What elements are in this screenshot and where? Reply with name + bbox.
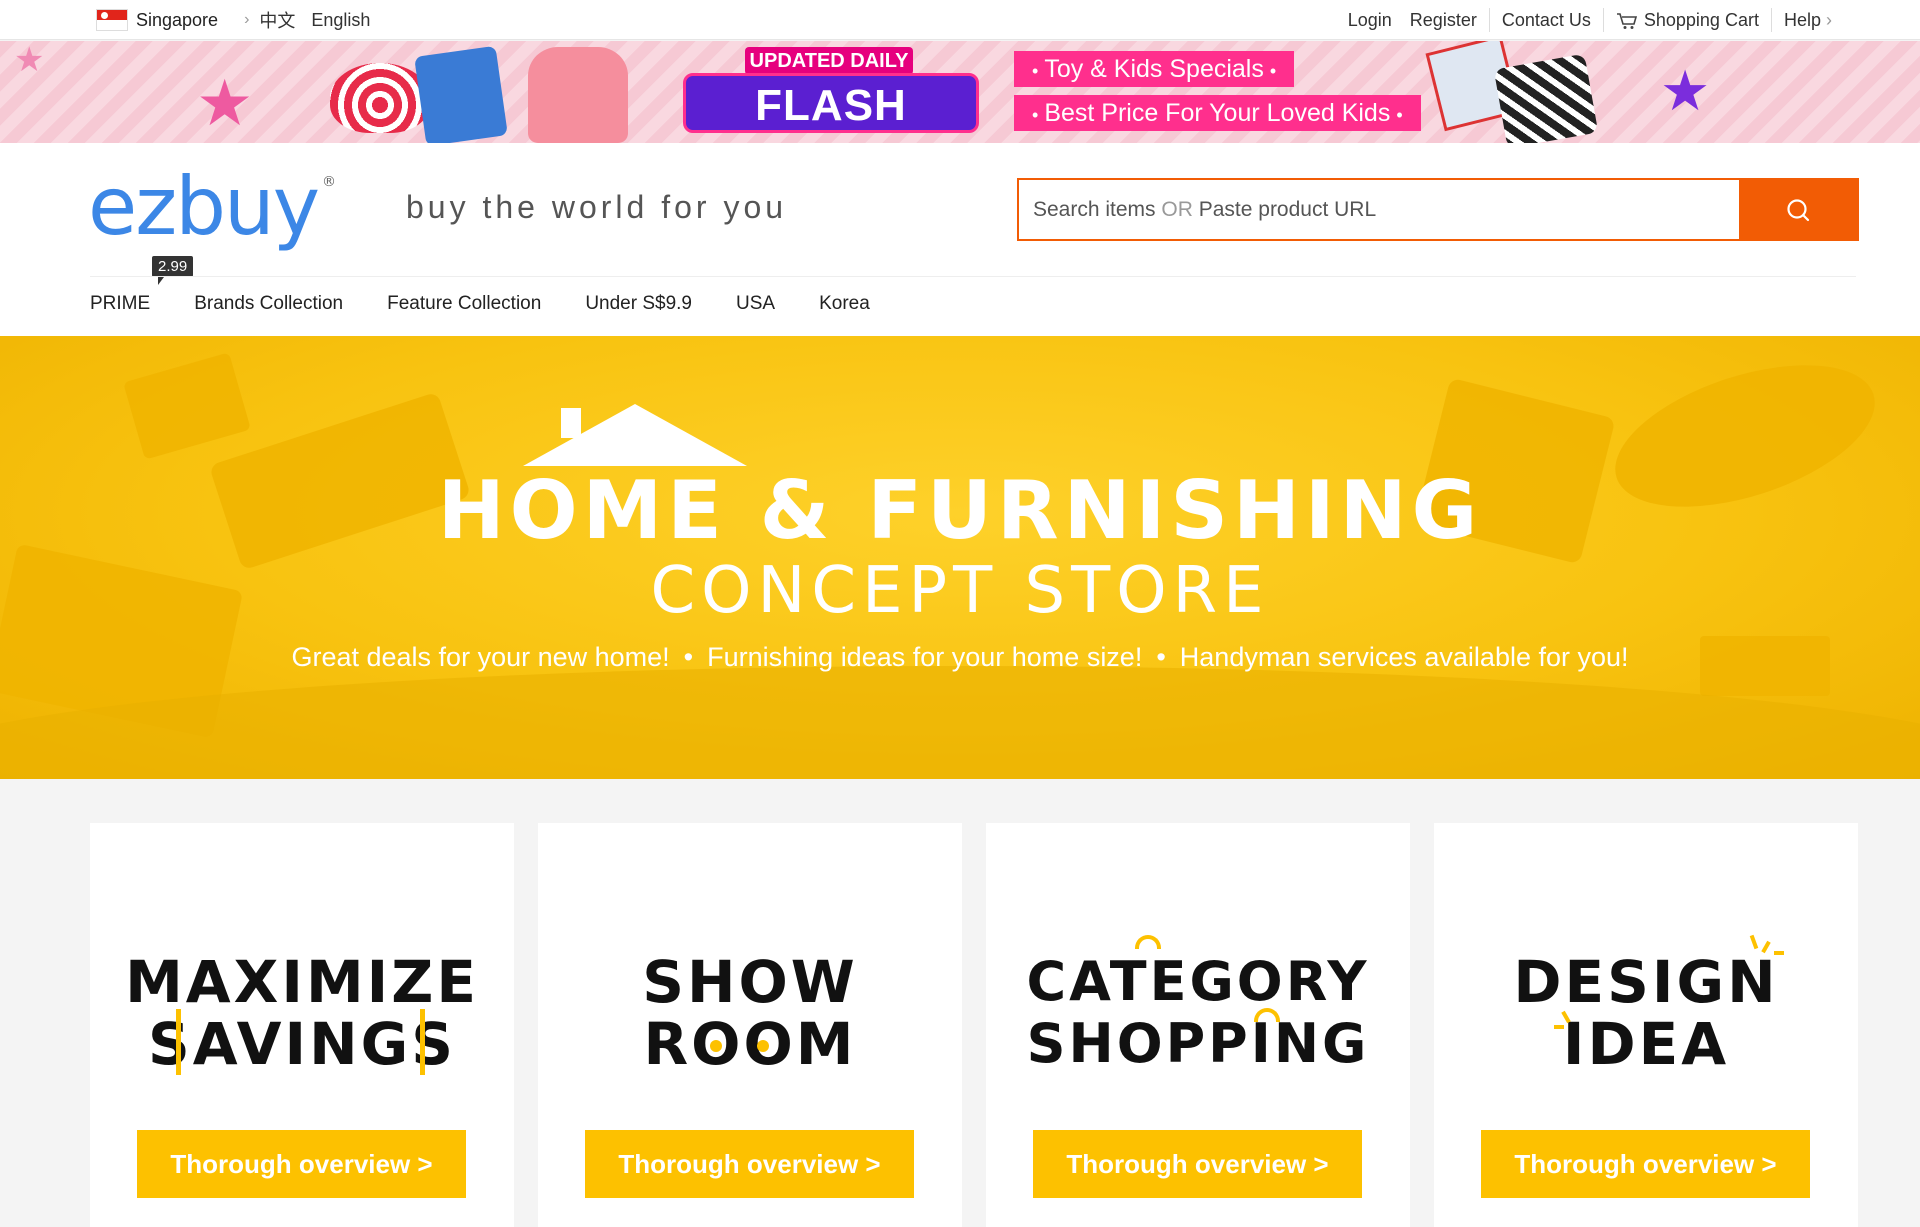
dress-image [528, 47, 628, 143]
login-link[interactable]: Login [1336, 10, 1398, 31]
prime-price-badge: 2.99 [152, 256, 194, 285]
nav-item-usa[interactable]: USA [736, 293, 775, 315]
card-title-line: SAVINGS [147, 1010, 457, 1078]
dollar-stroke-icon [176, 1009, 181, 1075]
lens-dot-icon [710, 1040, 722, 1052]
flash-deals-banner[interactable]: ★ ★ UPDATED DAILY FLASH DEALS Toy & Kids… [0, 41, 1920, 143]
lang-chinese-link[interactable]: 中文 [259, 7, 295, 33]
arc-accent-icon [1135, 935, 1161, 949]
nav-item-under-9-9[interactable]: Under S$9.9 [585, 293, 692, 315]
bullet-separator: • [683, 642, 694, 672]
top-bar: Singapore › 中文 English Login Register Co… [0, 0, 1920, 40]
logo-text: ezbuy [88, 160, 320, 253]
hero-points: Great deals for your new home! • Furnishin… [0, 642, 1920, 673]
hero-point: Furnishing ideas for your home size! [707, 642, 1143, 672]
search-button[interactable] [1739, 180, 1857, 239]
hero-point: Great deals for your new home! [291, 642, 670, 672]
updated-daily-label: UPDATED DAILY [745, 47, 913, 75]
card-show-room: SHOW ROOM Thorough overview > [538, 823, 962, 1227]
nav-item-feature-collection[interactable]: Feature Collection [387, 293, 541, 315]
card-maximize-savings: MAXIMIZE SAVINGS Thorough overview > [90, 823, 514, 1227]
card-title-line: SHOW [642, 948, 858, 1016]
star-icon: ★ [14, 41, 45, 79]
star-icon: ★ [1660, 59, 1711, 122]
lang-english-link[interactable]: English [311, 10, 370, 31]
shopping-cart-label: Shopping Cart [1643, 9, 1759, 30]
sun-hat-image [330, 63, 430, 133]
locale-selector: Singapore › 中文 English [96, 0, 386, 40]
hero-title: HOME & FURNISHING [437, 464, 1483, 557]
card-category-shopping: CATEGORY SHOPPING Thorough overview > [986, 823, 1410, 1227]
help-label: Help [1783, 9, 1821, 30]
singapore-flag-icon [96, 9, 128, 31]
tagline: buy the world for you [406, 189, 788, 225]
feature-cards: MAXIMIZE SAVINGS Thorough overview > SHO… [90, 823, 1858, 1227]
lens-dot-icon [757, 1040, 769, 1052]
help-link[interactable]: Help › [1772, 10, 1844, 31]
card-title: MAXIMIZE SAVINGS [90, 951, 514, 1075]
nav-item-brands-collection[interactable]: Brands Collection [194, 293, 343, 315]
ezbuy-logo[interactable]: ezbuy ® [88, 167, 336, 247]
country-selector[interactable]: Singapore [136, 10, 218, 31]
card-title-line: CATEGORY [1026, 950, 1370, 1013]
house-roof-icon [523, 404, 747, 466]
thorough-overview-button[interactable]: Thorough overview > [137, 1130, 466, 1198]
hero-point: Handyman services available for you! [1179, 642, 1629, 672]
search-input[interactable] [1019, 180, 1739, 239]
lamp-silhouette [123, 352, 251, 460]
dollar-stroke-icon [420, 1009, 425, 1075]
chevron-right-icon: › [1826, 9, 1832, 30]
register-link[interactable]: Register [1398, 10, 1489, 31]
card-title-line: DESIGN [1513, 948, 1779, 1016]
sparkle-icon [1554, 1025, 1564, 1029]
card-design-idea: DESIGN IDEA Thorough overview > [1434, 823, 1858, 1227]
category-nav: PRIME Brands Collection Feature Collecti… [90, 293, 914, 315]
search-bar: Search items OR Paste product URL [1017, 178, 1859, 241]
header-divider [90, 276, 1856, 277]
striped-shorts-image [1493, 53, 1599, 143]
card-title-line: ROOM [643, 1010, 857, 1078]
account-links: Login Register Contact Us Shopping Cart … [1336, 0, 1844, 40]
search-icon [1787, 198, 1810, 221]
money-box-image [414, 45, 508, 143]
card-title-line: SHOPPING [1026, 1012, 1370, 1075]
promo-pill-best-price: Best Price For Your Loved Kids [1014, 95, 1421, 131]
chevron-right-icon[interactable]: › [244, 11, 249, 29]
hill-shape [0, 666, 1920, 779]
card-title: DESIGN IDEA [1434, 951, 1858, 1075]
promo-pill-toys: Toy & Kids Specials [1014, 51, 1295, 87]
shopping-cart-link[interactable]: Shopping Cart [1604, 10, 1771, 31]
flash-deals-logo: UPDATED DAILY FLASH DEALS [683, 47, 979, 143]
site-header: ezbuy ® buy the world for you Search item… [0, 143, 1920, 336]
cart-icon [1616, 12, 1637, 29]
card-title-line: IDEA [1562, 1010, 1730, 1078]
home-furnishing-hero: HOME & FURNISHING CONCEPT STORE Great de… [0, 336, 1920, 779]
hero-subtitle: CONCEPT STORE [650, 554, 1270, 628]
card-title: CATEGORY SHOPPING [986, 951, 1410, 1075]
flash-deals-label: FLASH DEALS [683, 73, 979, 143]
star-icon: ★ [196, 67, 254, 139]
thorough-overview-button[interactable]: Thorough overview > [1033, 1130, 1362, 1198]
nav-item-korea[interactable]: Korea [819, 293, 870, 315]
sparkle-icon [1774, 951, 1784, 955]
nav-item-prime[interactable]: PRIME [90, 293, 150, 315]
card-title: SHOW ROOM [538, 951, 962, 1075]
thorough-overview-button[interactable]: Thorough overview > [1481, 1130, 1810, 1198]
bullet-separator: • [1156, 642, 1166, 672]
registered-mark: ® [322, 174, 336, 190]
thorough-overview-button[interactable]: Thorough overview > [585, 1130, 914, 1198]
contact-us-link[interactable]: Contact Us [1490, 10, 1603, 31]
card-title-line: MAXIMIZE [125, 948, 479, 1016]
